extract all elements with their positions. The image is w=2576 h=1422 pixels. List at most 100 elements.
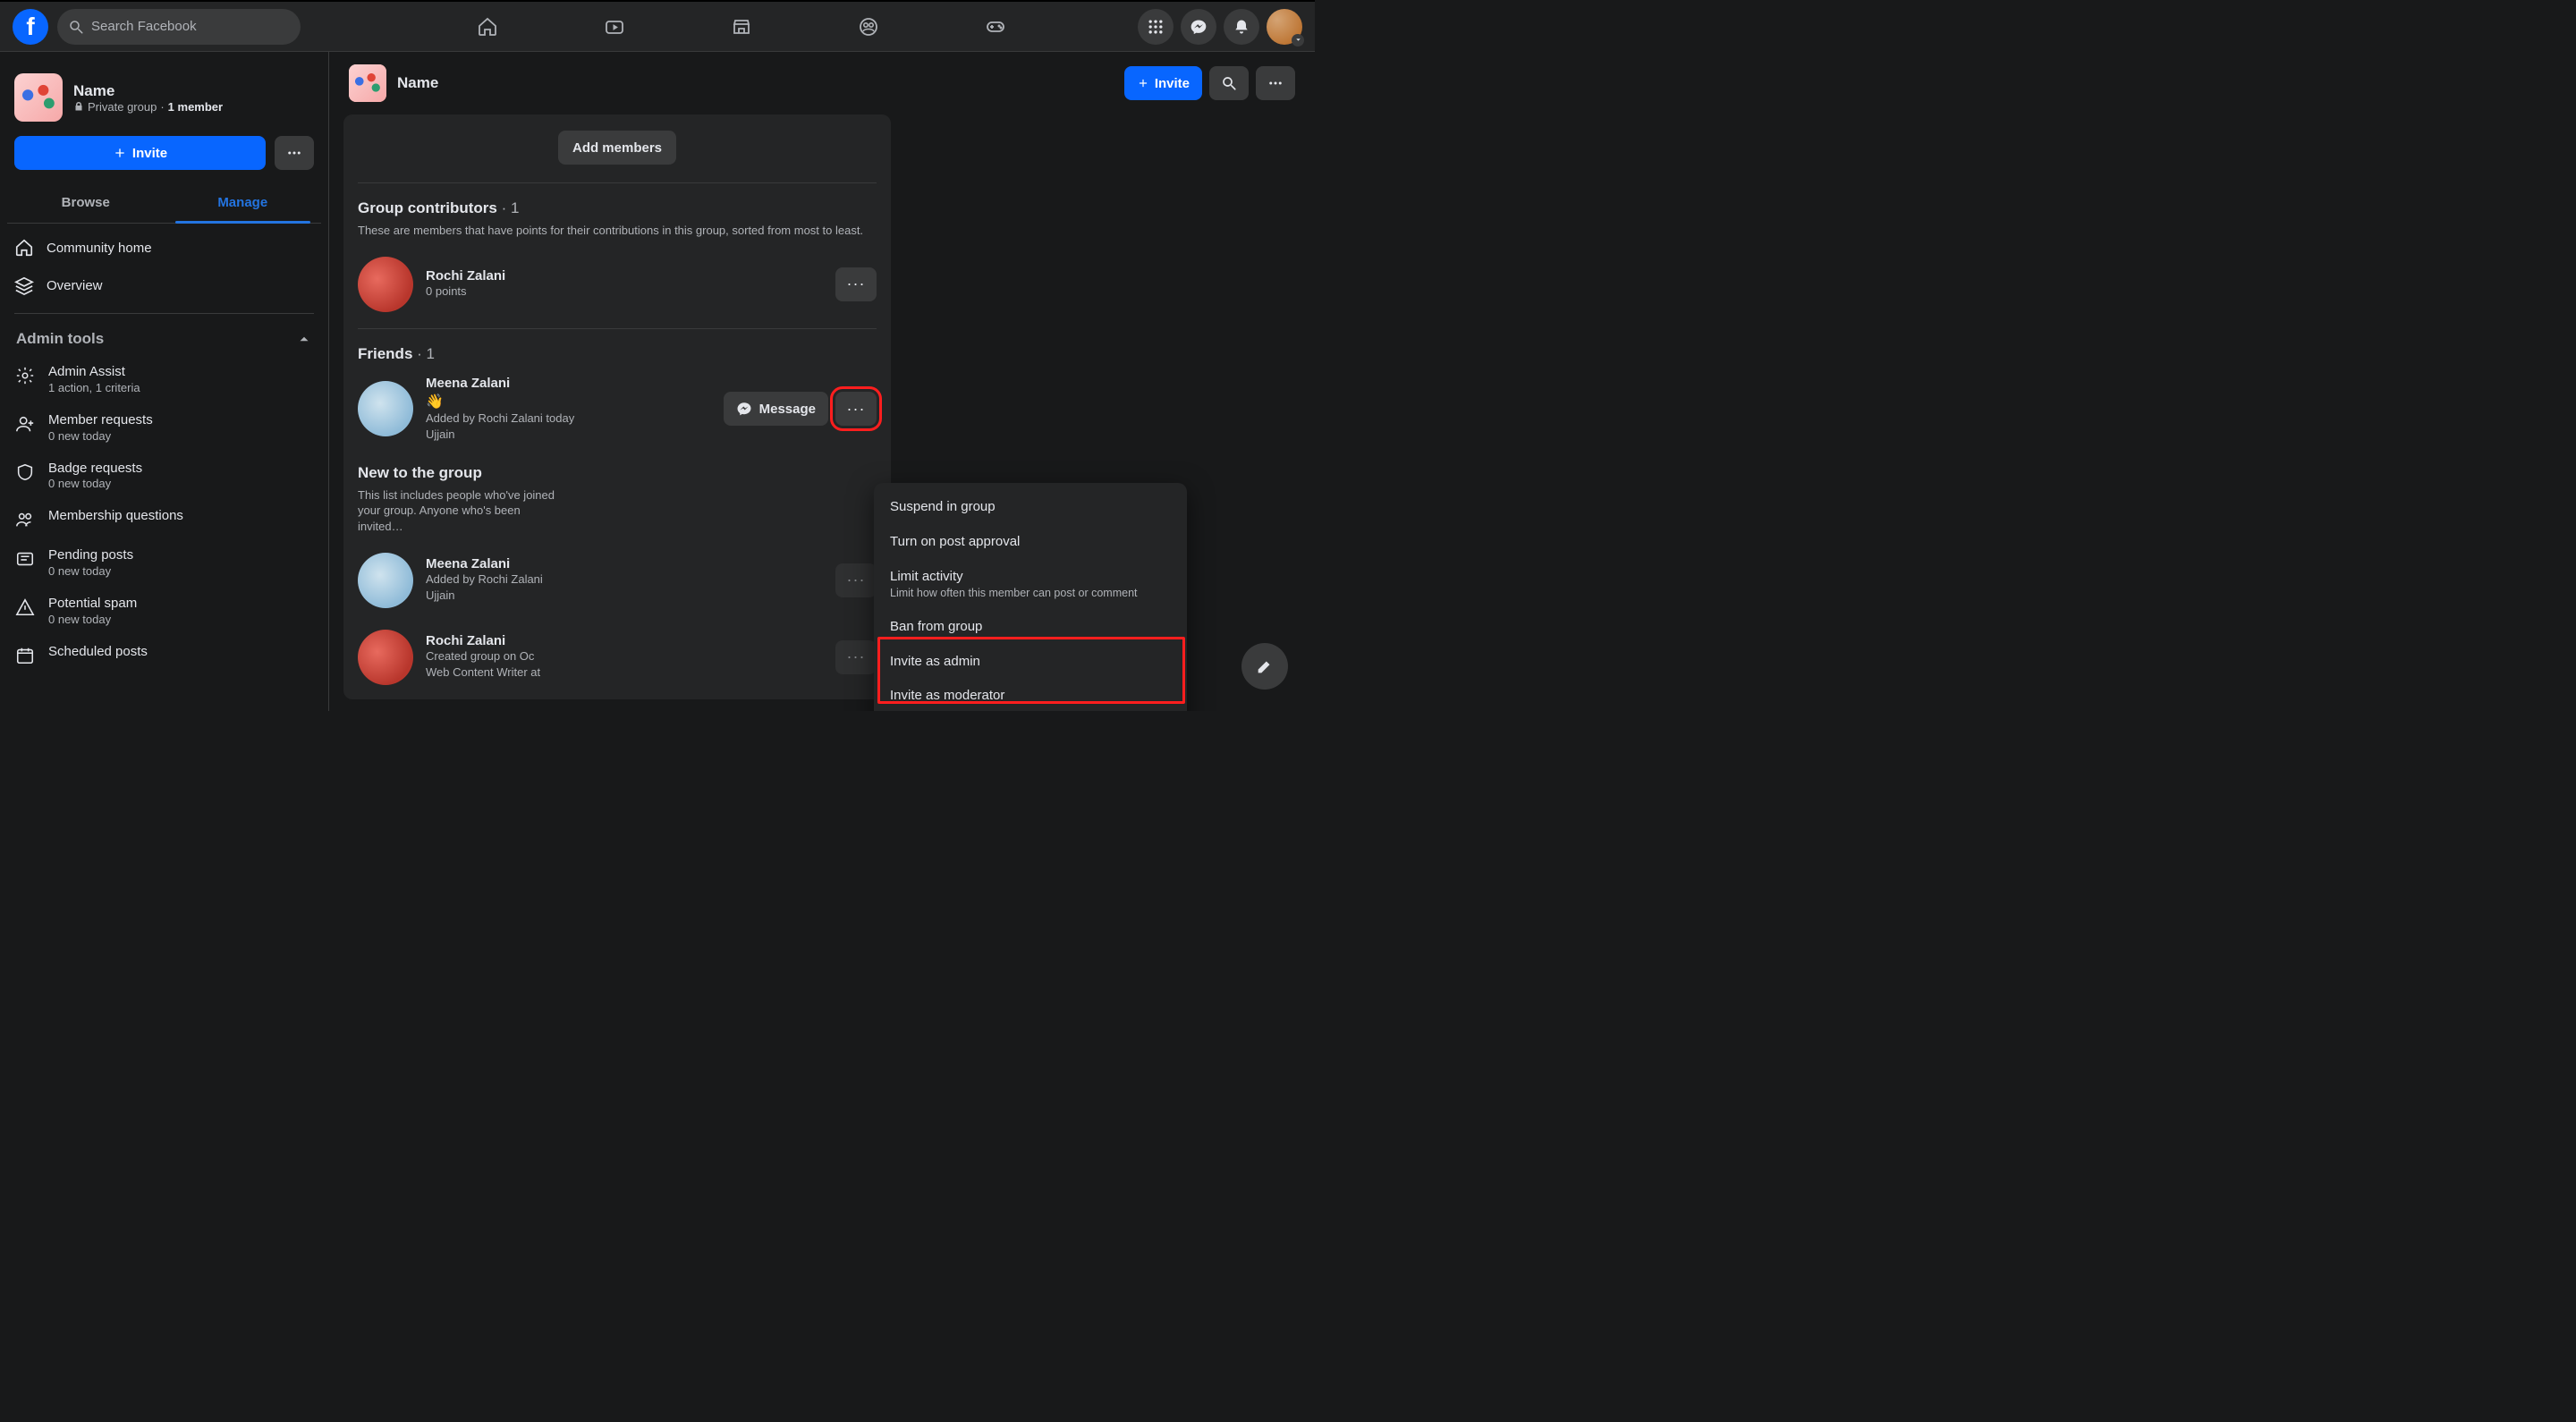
grid-icon bbox=[1147, 18, 1165, 36]
contributor-row: Rochi Zalani 0 points ··· bbox=[358, 251, 877, 328]
tool-potential-spam[interactable]: Potential spam0 new today bbox=[7, 587, 321, 635]
nav-gaming[interactable] bbox=[972, 5, 1019, 48]
calendar-icon bbox=[15, 646, 35, 665]
new-group-desc: This list includes people who've joined … bbox=[358, 487, 555, 535]
member-name[interactable]: Meena Zalani bbox=[426, 556, 543, 571]
member-avatar[interactable] bbox=[358, 630, 413, 685]
member-more-button-highlighted[interactable]: ··· bbox=[835, 392, 877, 426]
content-title: Name bbox=[397, 74, 1114, 92]
menu-post-approval[interactable]: Turn on post approval bbox=[881, 525, 1180, 560]
new-member-row: Meena Zalani Added by Rochi Zalani Ujjai… bbox=[358, 547, 877, 624]
tool-badge-requests[interactable]: Badge requests0 new today bbox=[7, 452, 321, 500]
message-button[interactable]: Message bbox=[724, 392, 828, 426]
member-action-menu: Suspend in group Turn on post approval L… bbox=[874, 483, 1187, 711]
sidebar-invite-button[interactable]: Invite bbox=[14, 136, 266, 170]
add-members-button[interactable]: Add members bbox=[558, 131, 676, 165]
nav-overview[interactable]: Overview bbox=[7, 267, 321, 304]
menu-limit-activity[interactable]: Limit activity Limit how often this memb… bbox=[881, 560, 1180, 610]
chevron-up-icon bbox=[296, 331, 312, 347]
member-city: Ujjain bbox=[426, 427, 574, 443]
notifications-button[interactable] bbox=[1224, 9, 1259, 45]
content-more-button[interactable] bbox=[1256, 66, 1295, 100]
member-name[interactable]: Rochi Zalani bbox=[426, 268, 505, 284]
friends-title: Friends · 1 bbox=[358, 345, 877, 363]
dots-icon bbox=[286, 145, 302, 161]
member-avatar[interactable] bbox=[358, 553, 413, 608]
nav-home[interactable] bbox=[464, 5, 511, 48]
nav-watch[interactable] bbox=[591, 5, 638, 48]
divider bbox=[358, 328, 877, 329]
user-plus-icon bbox=[15, 414, 35, 434]
tool-scheduled-posts[interactable]: Scheduled posts bbox=[7, 635, 321, 674]
tab-browse[interactable]: Browse bbox=[7, 182, 165, 223]
member-name[interactable]: Rochi Zalani bbox=[426, 633, 540, 648]
member-more-button[interactable]: ··· bbox=[835, 563, 877, 597]
tool-admin-assist[interactable]: Admin Assist1 action, 1 criteria bbox=[7, 355, 321, 403]
member-points: 0 points bbox=[426, 284, 505, 300]
content-search-button[interactable] bbox=[1209, 66, 1249, 100]
edit-icon bbox=[1255, 656, 1275, 676]
menu-invite-moderator[interactable]: Invite as moderator bbox=[881, 679, 1180, 711]
bell-icon bbox=[1233, 18, 1250, 36]
tool-membership-questions[interactable]: Membership questions bbox=[7, 499, 321, 538]
member-more-button[interactable]: ··· bbox=[835, 640, 877, 674]
member-name[interactable]: Meena Zalani bbox=[426, 376, 574, 391]
admin-tools-header[interactable]: Admin tools bbox=[7, 323, 321, 355]
plus-icon bbox=[1137, 77, 1149, 89]
topbar: f bbox=[0, 0, 1315, 52]
contributors-desc: These are members that have points for t… bbox=[358, 223, 877, 239]
member-added: Created group on Oc bbox=[426, 648, 540, 664]
sidebar-more-button[interactable] bbox=[275, 136, 314, 170]
messenger-icon bbox=[1190, 18, 1208, 36]
group-meta: Private group·1 member bbox=[73, 100, 223, 114]
member-city: Ujjain bbox=[426, 588, 543, 604]
menu-invite-admin[interactable]: Invite as admin bbox=[881, 645, 1180, 680]
plus-icon bbox=[113, 146, 127, 160]
warning-icon bbox=[15, 597, 35, 617]
content-invite-button[interactable]: Invite bbox=[1124, 66, 1202, 100]
search-icon bbox=[1221, 75, 1237, 91]
home-icon bbox=[477, 16, 498, 38]
nav-community-home[interactable]: Community home bbox=[7, 229, 321, 267]
new-member-row: Rochi Zalani Created group on Oc Web Con… bbox=[358, 624, 877, 685]
top-nav bbox=[301, 5, 1138, 48]
member-sub: Web Content Writer at bbox=[426, 664, 540, 681]
member-avatar[interactable] bbox=[358, 381, 413, 436]
member-more-button[interactable]: ··· bbox=[835, 267, 877, 301]
post-icon bbox=[15, 549, 35, 569]
gear-icon bbox=[15, 366, 35, 385]
people-icon bbox=[15, 510, 35, 529]
compose-fab[interactable] bbox=[1241, 643, 1288, 690]
sidebar-tabs: Browse Manage bbox=[7, 182, 321, 224]
layers-icon bbox=[14, 275, 34, 295]
tab-manage[interactable]: Manage bbox=[165, 182, 322, 223]
sidebar: Name Private group·1 member Invite Brows… bbox=[0, 52, 329, 711]
group-name: Name bbox=[73, 82, 223, 100]
nav-marketplace[interactable] bbox=[718, 5, 765, 48]
member-avatar[interactable] bbox=[358, 257, 413, 312]
tool-member-requests[interactable]: Member requests0 new today bbox=[7, 403, 321, 452]
tool-pending-posts[interactable]: Pending posts0 new today bbox=[7, 538, 321, 587]
friend-row: Meena Zalani 👋 Added by Rochi Zalani tod… bbox=[358, 363, 877, 459]
messenger-icon bbox=[736, 401, 752, 417]
menu-suspend[interactable]: Suspend in group bbox=[881, 490, 1180, 525]
group-header[interactable]: Name Private group·1 member bbox=[7, 66, 321, 129]
account-avatar[interactable] bbox=[1267, 9, 1302, 45]
menu-grid-button[interactable] bbox=[1138, 9, 1174, 45]
dots-icon bbox=[1267, 75, 1284, 91]
groups-icon bbox=[858, 16, 879, 38]
menu-ban[interactable]: Ban from group bbox=[881, 610, 1180, 645]
watch-icon bbox=[604, 16, 625, 38]
search-icon bbox=[68, 19, 84, 35]
messenger-button[interactable] bbox=[1181, 9, 1216, 45]
shield-icon bbox=[15, 462, 35, 482]
search-input[interactable] bbox=[91, 19, 290, 34]
search-box[interactable] bbox=[57, 9, 301, 45]
divider bbox=[14, 313, 314, 314]
top-actions bbox=[1138, 9, 1302, 45]
member-added: Added by Rochi Zalani today bbox=[426, 411, 574, 427]
new-group-title: New to the group bbox=[358, 464, 877, 482]
contributors-title: Group contributors · 1 bbox=[358, 199, 877, 217]
nav-groups[interactable] bbox=[845, 5, 892, 48]
facebook-logo[interactable]: f bbox=[13, 9, 48, 45]
